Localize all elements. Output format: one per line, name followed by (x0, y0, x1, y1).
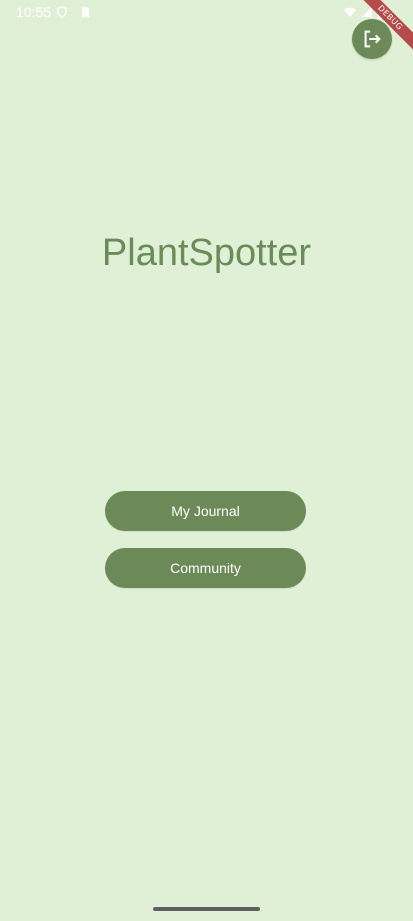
home-indicator[interactable] (153, 907, 260, 911)
app-title: PlantSpotter (101, 232, 312, 274)
battery-icon (377, 5, 389, 19)
logout-button[interactable] (352, 19, 392, 59)
status-time: 10:55 (16, 4, 52, 20)
community-label: Community (170, 560, 241, 576)
my-journal-label: My Journal (171, 503, 240, 519)
community-button[interactable]: Community (105, 548, 306, 588)
status-bar: 10:55 (0, 0, 413, 24)
shield-icon (56, 5, 68, 18)
logout-icon (361, 28, 383, 50)
sim-card-icon (79, 5, 91, 17)
signal-icon (361, 5, 373, 17)
wifi-icon (343, 5, 356, 17)
my-journal-button[interactable]: My Journal (105, 491, 306, 531)
